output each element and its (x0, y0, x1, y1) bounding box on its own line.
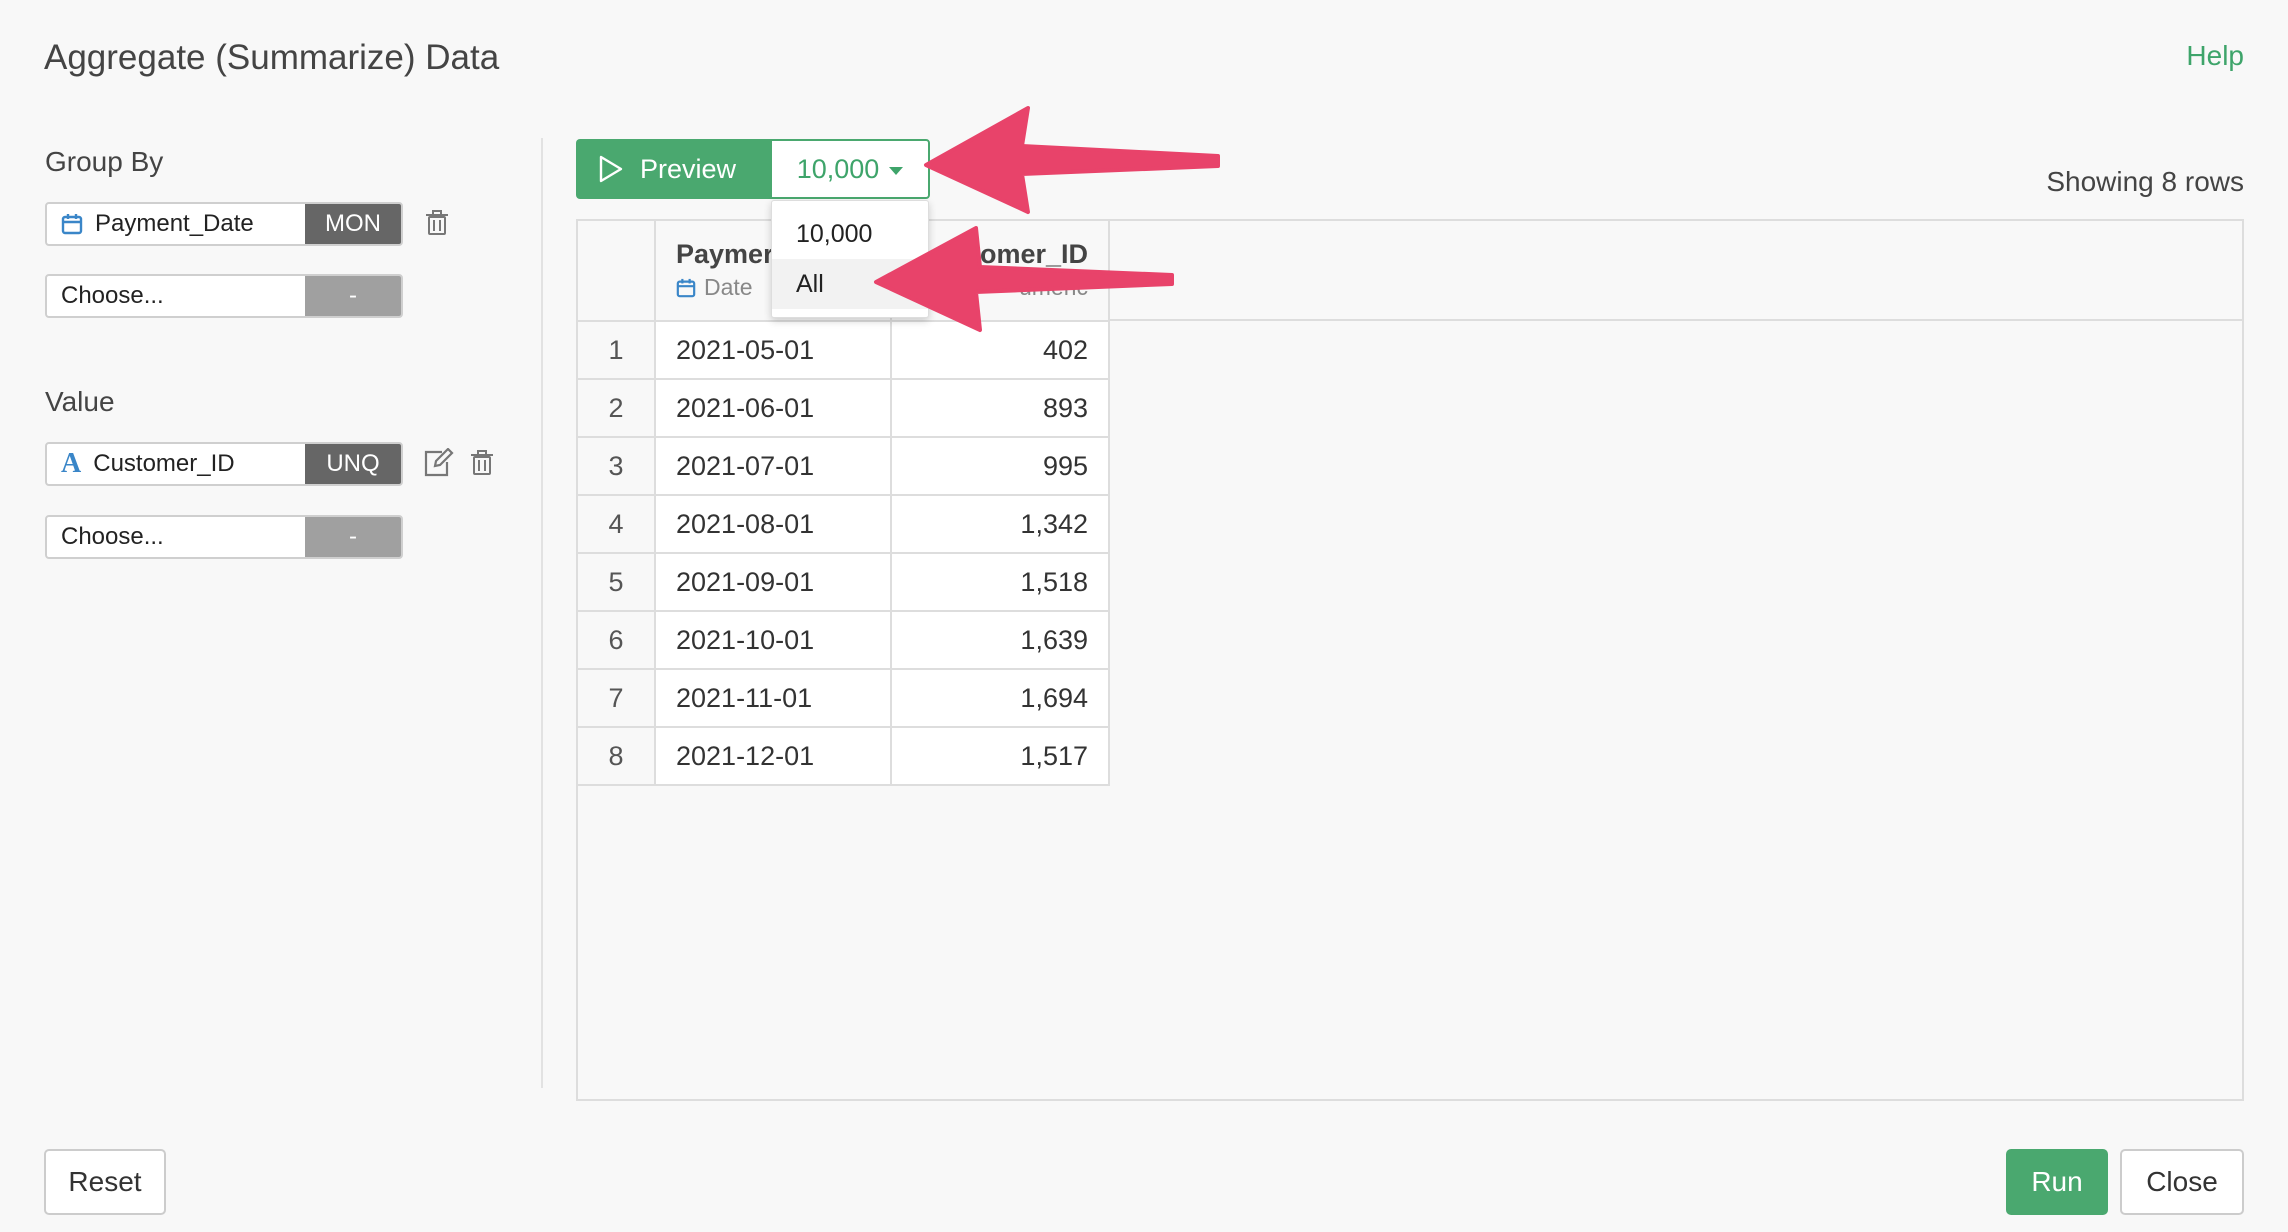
value-field-customer-id[interactable]: A Customer_ID UNQ (45, 442, 403, 486)
column-type-text: umeric (1018, 274, 1088, 300)
value-label: Value (45, 386, 115, 417)
run-button[interactable]: Run (2006, 1149, 2108, 1215)
panel-divider (541, 138, 543, 1088)
value-cell: 1,517 (891, 727, 1110, 786)
date-cell: 2021-10-01 (655, 611, 892, 670)
table-row: 8 2021-12-01 1,517 (578, 727, 1110, 786)
reset-button[interactable]: Reset (44, 1149, 166, 1215)
row-index: 7 (578, 669, 656, 728)
aggregation-type-button[interactable]: UNQ (305, 444, 401, 484)
table-row: 2 2021-06-01 893 (578, 379, 1110, 438)
choose-column-select[interactable]: Choose... (47, 276, 305, 316)
trash-icon[interactable] (425, 210, 449, 236)
choose-placeholder: Choose... (61, 282, 164, 309)
value-cell: 402 (891, 321, 1110, 380)
date-cell: 2021-12-01 (655, 727, 892, 786)
chevron-down-icon (889, 167, 904, 175)
group-by-field-choose[interactable]: Choose... - (45, 274, 403, 318)
field-name-text: Customer_ID (93, 450, 235, 477)
rows-limit-menu: 10,000 All (771, 200, 929, 318)
row-index: 8 (578, 727, 656, 786)
date-cell: 2021-09-01 (655, 553, 892, 612)
table-row: 4 2021-08-01 1,342 (578, 495, 1110, 554)
aggregation-type-button[interactable]: - (305, 276, 401, 316)
row-index: 5 (578, 553, 656, 612)
table-row: 3 2021-07-01 995 (578, 437, 1110, 496)
row-index: 3 (578, 437, 656, 496)
trash-icon[interactable] (470, 450, 494, 476)
rows-limit-dropdown[interactable]: 10,000 (770, 139, 930, 199)
preview-button[interactable]: Preview (576, 139, 770, 199)
aggregation-type-button[interactable]: MON (305, 204, 401, 244)
play-icon (599, 155, 623, 183)
calendar-icon (676, 278, 696, 297)
index-column-header (578, 221, 656, 322)
aggregation-type-button[interactable]: - (305, 517, 401, 557)
row-index: 2 (578, 379, 656, 438)
dialog-title: Aggregate (Summarize) Data (44, 38, 500, 77)
table-row: 1 2021-05-01 402 (578, 321, 1110, 380)
value-cell: 1,694 (891, 669, 1110, 728)
preview-button-label: Preview (640, 153, 737, 184)
field-name-text: Payment_Date (95, 210, 254, 237)
annotation-arrow-icon (924, 106, 1220, 214)
edit-icon[interactable] (422, 448, 454, 478)
value-field-choose[interactable]: Choose... - (45, 515, 403, 559)
table-row: 5 2021-09-01 1,518 (578, 553, 1110, 612)
value-cell: 995 (891, 437, 1110, 496)
date-cell: 2021-05-01 (655, 321, 892, 380)
column-type-text: Date (704, 274, 753, 300)
showing-rows-text: Showing 8 rows (2046, 166, 2244, 197)
help-link[interactable]: Help (2186, 40, 2244, 72)
menu-item-10000[interactable]: 10,000 (772, 209, 928, 259)
value-cell: 1,639 (891, 611, 1110, 670)
value-cell: 893 (891, 379, 1110, 438)
preview-table-area: Paymer Date omer_ID umeric 1 2021-05-01 40… (576, 219, 2244, 1101)
close-button[interactable]: Close (2120, 1149, 2244, 1215)
value-cell: 1,518 (891, 553, 1110, 612)
value-field-name[interactable]: A Customer_ID (47, 444, 305, 484)
group-by-field-payment-date[interactable]: Payment_Date MON (45, 202, 403, 246)
calendar-icon (61, 214, 83, 235)
column-name: omer_ID (979, 239, 1088, 269)
group-by-label: Group By (45, 146, 164, 177)
date-cell: 2021-07-01 (655, 437, 892, 496)
choose-column-select[interactable]: Choose... (47, 517, 305, 557)
table-row: 6 2021-10-01 1,639 (578, 611, 1110, 670)
table-row: 7 2021-11-01 1,694 (578, 669, 1110, 728)
row-index: 1 (578, 321, 656, 380)
character-type-icon: A (61, 448, 82, 479)
rows-limit-value: 10,000 (796, 153, 880, 184)
group-by-field-name[interactable]: Payment_Date (47, 204, 305, 244)
column-type: umeric (912, 274, 1088, 301)
row-index: 4 (578, 495, 656, 554)
date-cell: 2021-06-01 (655, 379, 892, 438)
date-cell: 2021-08-01 (655, 495, 892, 554)
date-cell: 2021-11-01 (655, 669, 892, 728)
value-cell: 1,342 (891, 495, 1110, 554)
row-index: 6 (578, 611, 656, 670)
choose-placeholder: Choose... (61, 523, 164, 550)
menu-item-all[interactable]: All (772, 259, 928, 309)
